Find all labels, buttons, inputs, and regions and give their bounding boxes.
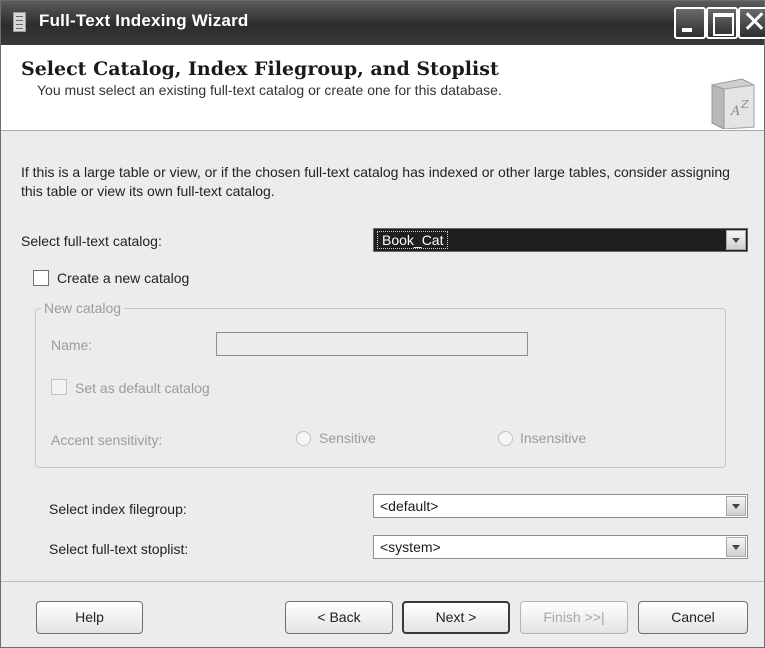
default-catalog-checkbox[interactable] (51, 379, 67, 395)
wizard-window: Full-Text Indexing Wizard ✕ Select Catal… (0, 0, 765, 648)
filegroup-select[interactable]: <default> (373, 494, 748, 518)
footer-divider (1, 581, 764, 582)
insensitive-radio[interactable] (498, 431, 513, 446)
stoplist-select[interactable]: <system> (373, 535, 748, 559)
close-icon: ✕ (742, 5, 765, 40)
catalog-label: Select full-text catalog: (21, 233, 162, 249)
page-subtitle: You must select an existing full-text ca… (37, 82, 502, 98)
catalog-select[interactable]: Book_Cat (373, 228, 748, 252)
intro-text: If this is a large table or view, or if … (21, 164, 730, 199)
page-title: Select Catalog, Index Filegroup, and Sto… (21, 58, 499, 80)
minimize-button[interactable] (674, 7, 706, 39)
window-title: Full-Text Indexing Wizard (39, 11, 249, 30)
sensitive-radio[interactable] (296, 431, 311, 446)
document-icon (13, 12, 26, 32)
svg-text:A: A (730, 104, 740, 119)
filegroup-select-value: <default> (380, 498, 439, 514)
wizard-header: Select Catalog, Index Filegroup, and Sto… (1, 45, 764, 131)
chevron-down-icon[interactable] (726, 230, 746, 250)
next-button[interactable]: Next > (402, 601, 510, 634)
help-button[interactable]: Help (36, 601, 143, 634)
finish-button[interactable]: Finish >>| (520, 601, 628, 634)
default-catalog-label: Set as default catalog (75, 380, 210, 396)
cancel-button[interactable]: Cancel (638, 601, 748, 634)
filegroup-label: Select index filegroup: (49, 501, 187, 517)
title-bar[interactable]: Full-Text Indexing Wizard ✕ (1, 1, 765, 45)
insensitive-label: Insensitive (520, 430, 587, 446)
create-catalog-checkbox[interactable] (33, 270, 49, 286)
chevron-down-icon[interactable] (726, 496, 746, 516)
create-catalog-label: Create a new catalog (57, 270, 190, 286)
catalog-book-icon: A Z (711, 78, 755, 129)
close-button[interactable]: ✕ (738, 5, 765, 40)
catalog-name-label: Name: (51, 337, 93, 353)
catalog-name-input[interactable] (216, 332, 528, 356)
accent-sensitivity-label: Accent sensitivity: (51, 432, 163, 448)
back-button[interactable]: < Back (285, 601, 393, 634)
svg-text:Z: Z (740, 98, 749, 111)
chevron-down-icon[interactable] (726, 537, 746, 557)
stoplist-label: Select full-text stoplist: (49, 541, 189, 557)
stoplist-select-value: <system> (380, 539, 441, 555)
sensitive-label: Sensitive (319, 430, 376, 446)
maximize-button[interactable] (706, 7, 738, 39)
new-catalog-legend: New catalog (41, 300, 125, 316)
catalog-select-value: Book_Cat (377, 231, 449, 249)
